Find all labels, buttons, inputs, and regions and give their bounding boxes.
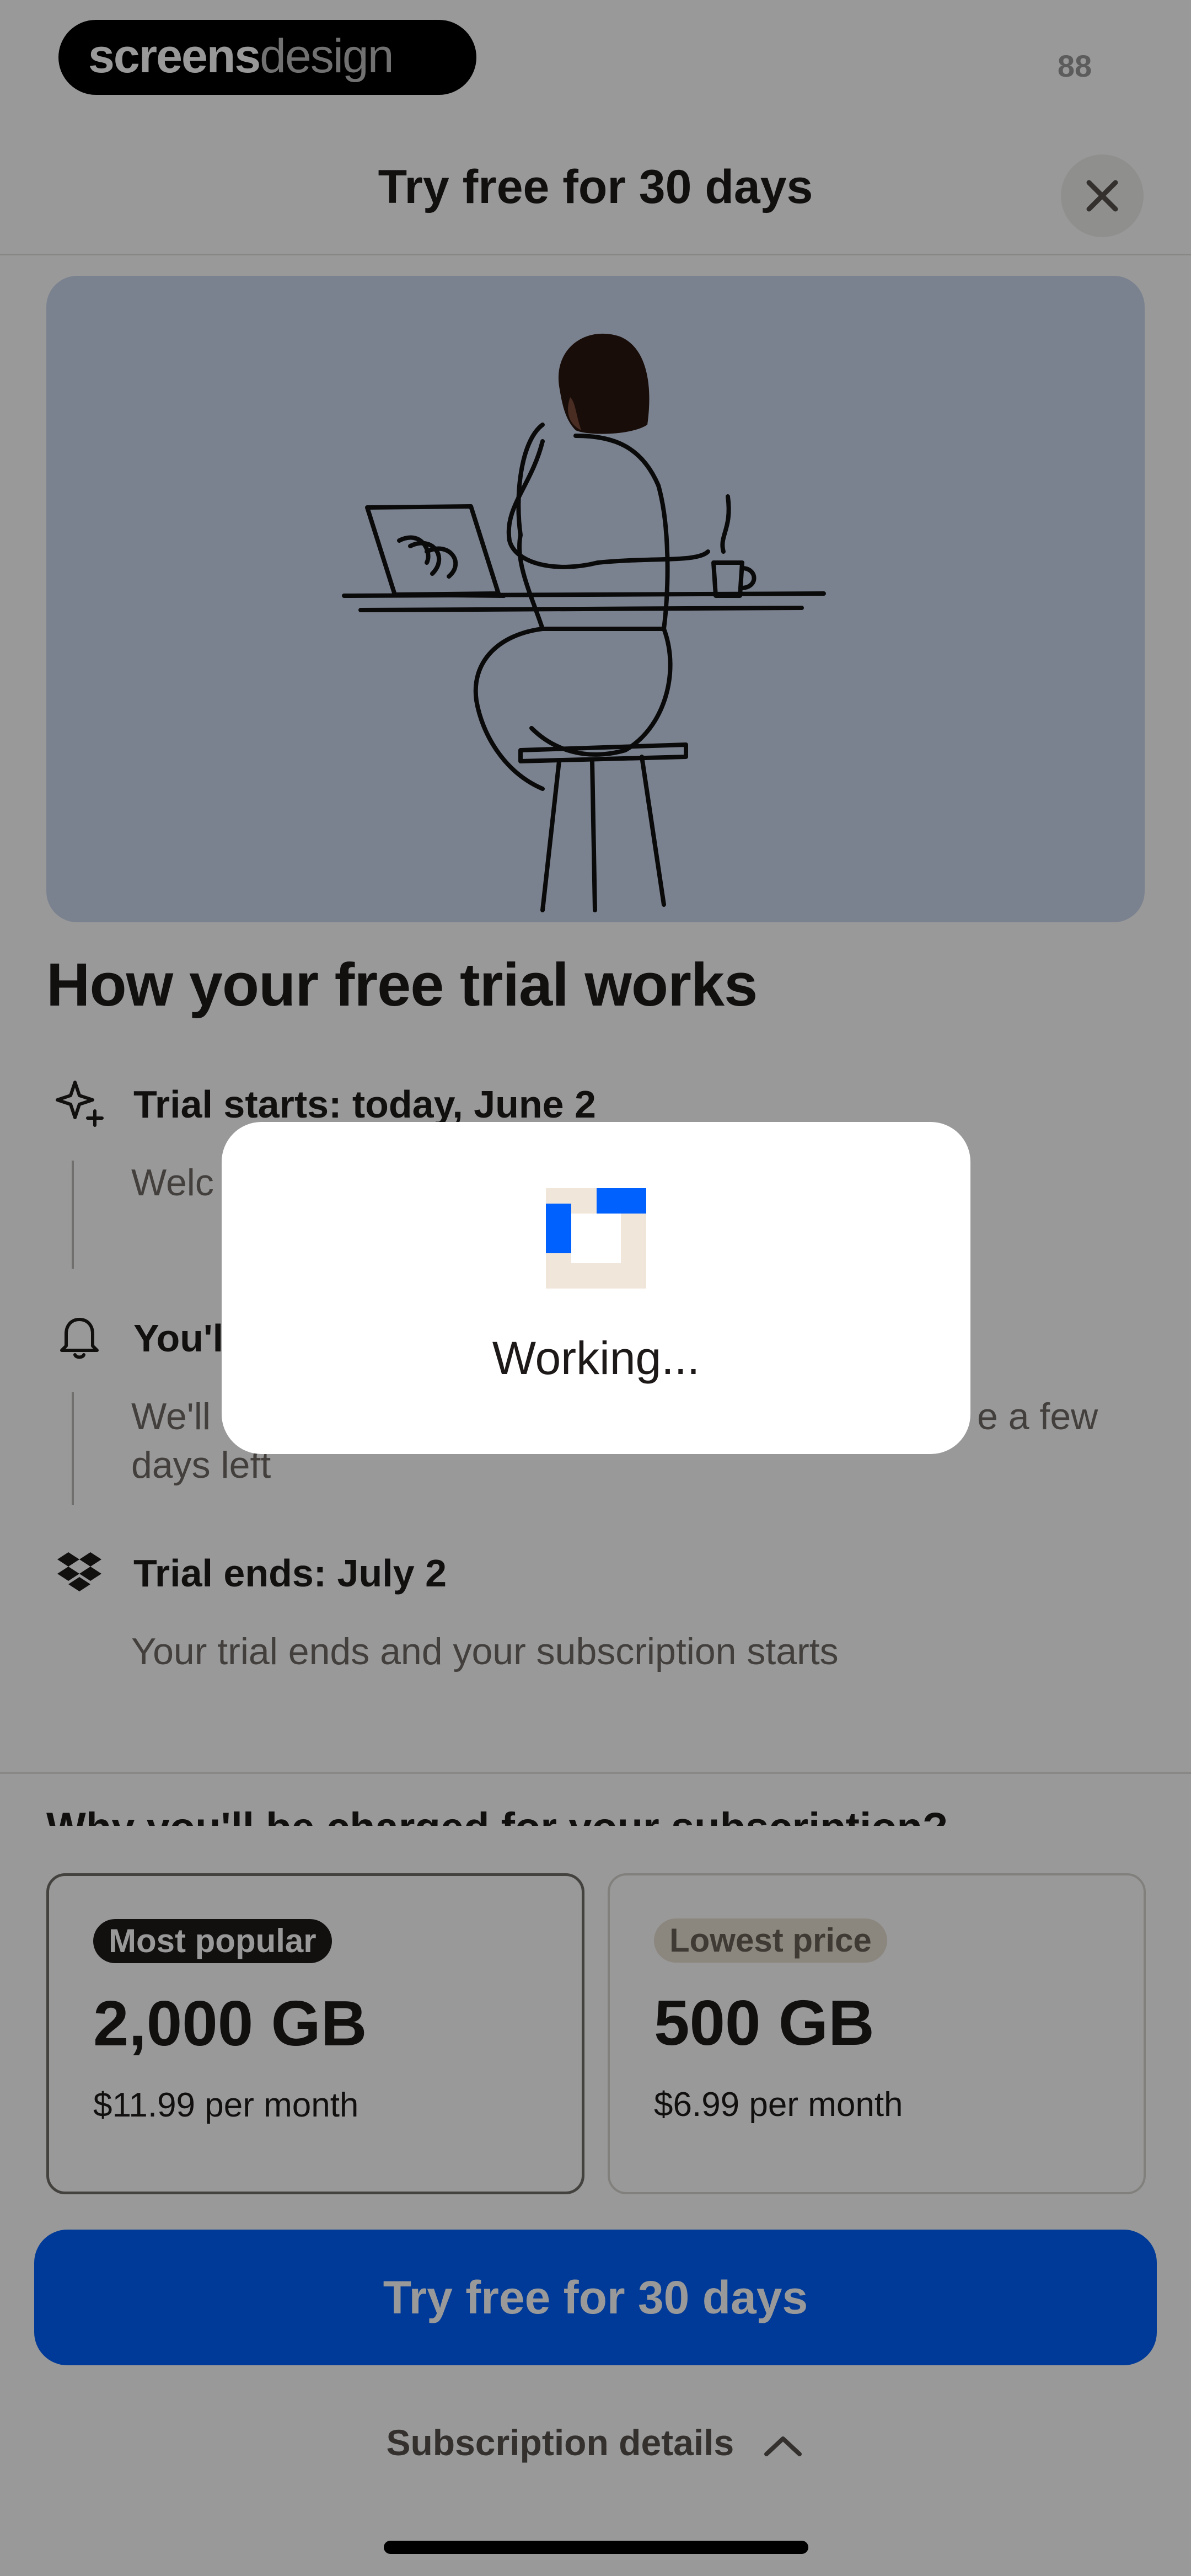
working-label: Working... <box>492 1332 700 1384</box>
loading-spinner-icon <box>546 1188 646 1289</box>
working-modal: Working... <box>222 1122 970 1454</box>
